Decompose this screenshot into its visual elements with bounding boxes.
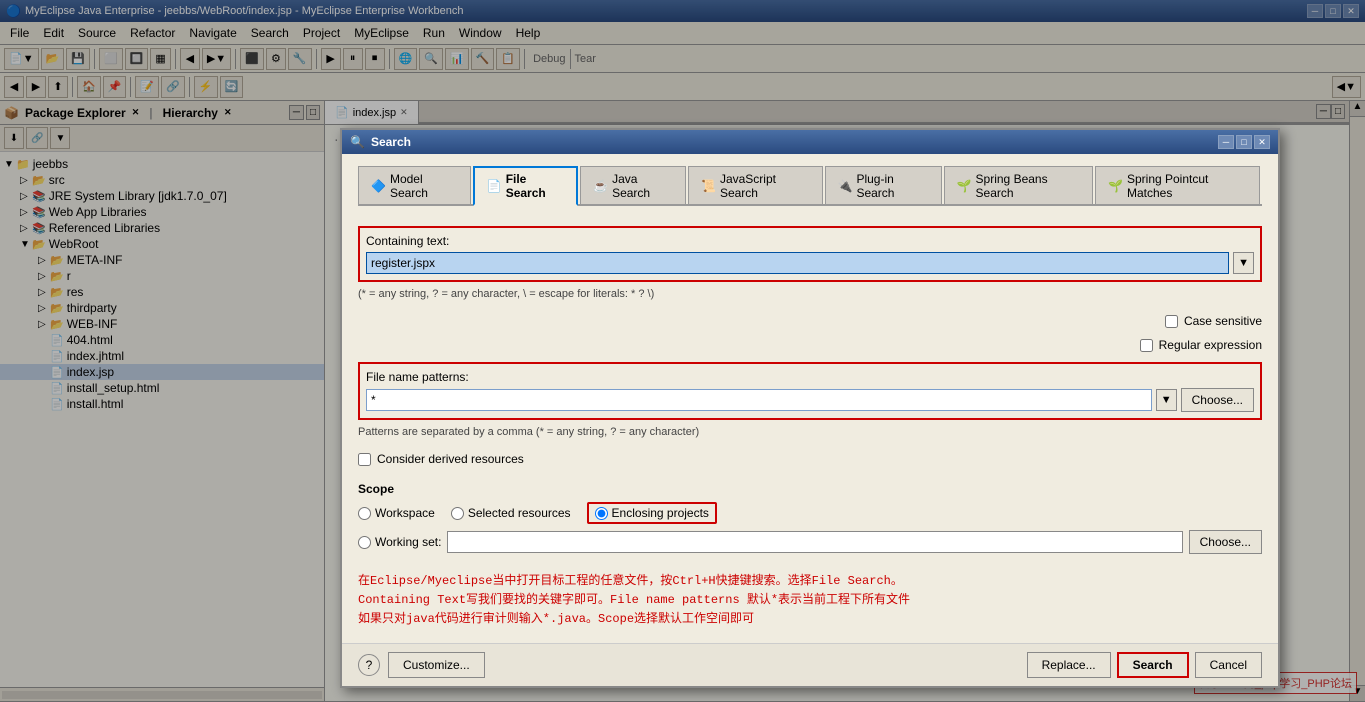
containing-text-input[interactable] bbox=[366, 252, 1229, 274]
replace-button[interactable]: Replace... bbox=[1027, 652, 1111, 678]
description-text: 在Eclipse/Myeclipse当中打开目标工程的任意文件，按Ctrl+H快… bbox=[358, 572, 1262, 631]
scope-enclosing-radio[interactable] bbox=[595, 507, 608, 520]
tab-file-search[interactable]: 📄 File Search bbox=[473, 166, 578, 206]
tab-spring-search[interactable]: 🌱 Spring Beans Search bbox=[944, 166, 1093, 204]
file-name-row: ▼ Choose... bbox=[366, 388, 1254, 412]
derived-label: Consider derived resources bbox=[377, 452, 524, 466]
footer-left: ? Customize... bbox=[358, 652, 485, 678]
regex-row-inner: Regular expression bbox=[1140, 338, 1262, 352]
modal-close-btn[interactable]: ✕ bbox=[1254, 135, 1270, 149]
regex-row: Regular expression bbox=[358, 338, 1262, 352]
scope-working-radio[interactable] bbox=[358, 536, 371, 549]
file-search-label: File Search bbox=[506, 172, 564, 200]
modal-footer: ? Customize... Replace... Search Cancel bbox=[342, 643, 1278, 686]
scope-selected-label: Selected resources bbox=[468, 506, 571, 520]
derived-checkbox[interactable] bbox=[358, 453, 371, 466]
js-search-label: JavaScript Search bbox=[720, 172, 810, 200]
modal-title-bar: 🔍 Search ─ □ ✕ bbox=[342, 130, 1278, 154]
modal-title-icon: 🔍 bbox=[350, 135, 365, 149]
modal-title-label: Search bbox=[371, 135, 411, 149]
model-search-label: Model Search bbox=[390, 172, 458, 200]
scope-section: Scope Workspace Selected resources En bbox=[358, 482, 1262, 554]
modal-body: 🔷 Model Search 📄 File Search ☕ Java Sear… bbox=[342, 154, 1278, 643]
file-name-input[interactable] bbox=[366, 389, 1152, 411]
case-sensitive-label: Case sensitive bbox=[1184, 314, 1262, 328]
working-set-input[interactable] bbox=[447, 531, 1182, 553]
scope-workspace-row: Workspace bbox=[358, 506, 435, 520]
scope-selected-radio[interactable] bbox=[451, 507, 464, 520]
scope-selected-row: Selected resources bbox=[451, 506, 571, 520]
footer-right: Replace... Search Cancel bbox=[1027, 652, 1262, 678]
cancel-button[interactable]: Cancel bbox=[1195, 652, 1262, 678]
tab-spring-pointcut[interactable]: 🌱 Spring Pointcut Matches bbox=[1095, 166, 1260, 204]
modal-controls: ─ □ ✕ bbox=[1218, 135, 1270, 149]
java-search-icon: ☕ bbox=[593, 179, 608, 193]
app-window: 🔵 MyEclipse Java Enterprise - jeebbs/Web… bbox=[0, 0, 1365, 702]
file-name-hint: Patterns are separated by a comma (* = a… bbox=[358, 426, 1262, 438]
java-search-label: Java Search bbox=[612, 172, 673, 200]
search-tabs: 🔷 Model Search 📄 File Search ☕ Java Sear… bbox=[358, 166, 1262, 206]
spring-pointcut-icon: 🌱 bbox=[1108, 179, 1123, 193]
modal-maximize-btn[interactable]: □ bbox=[1236, 135, 1252, 149]
search-button[interactable]: Search bbox=[1117, 652, 1189, 678]
spring-search-label: Spring Beans Search bbox=[976, 172, 1080, 200]
tab-js-search[interactable]: 📜 JavaScript Search bbox=[688, 166, 823, 204]
model-search-icon: 🔷 bbox=[371, 179, 386, 193]
containing-text-dropdown[interactable]: ▼ bbox=[1233, 252, 1254, 274]
modal-overlay: 🔍 Search ─ □ ✕ 🔷 Model Search bbox=[0, 0, 1365, 702]
spring-search-icon: 🌱 bbox=[957, 179, 972, 193]
scope-radios-row: Workspace Selected resources Enclosing p… bbox=[358, 502, 1262, 524]
working-set-choose-btn[interactable]: Choose... bbox=[1189, 530, 1262, 554]
checkboxes-row: Case sensitive bbox=[358, 314, 1262, 328]
scope-workspace-radio[interactable] bbox=[358, 507, 371, 520]
tab-plugin-search[interactable]: 🔌 Plug-in Search bbox=[825, 166, 942, 204]
scope-enclosing-row: Enclosing projects bbox=[587, 502, 717, 524]
scope-label: Scope bbox=[358, 482, 1262, 496]
file-search-icon: 📄 bbox=[487, 179, 502, 193]
tab-java-search[interactable]: ☕ Java Search bbox=[580, 166, 686, 204]
regex-label: Regular expression bbox=[1159, 338, 1262, 352]
containing-text-group: Containing text: ▼ (* = any string, ? = … bbox=[358, 226, 1262, 302]
scope-enclosing-label: Enclosing projects bbox=[612, 506, 709, 520]
case-sensitive-row: Case sensitive bbox=[1165, 314, 1262, 328]
help-button[interactable]: ? bbox=[358, 654, 380, 676]
containing-text-label: Containing text: bbox=[366, 234, 449, 248]
hint-text: (* = any string, ? = any character, \ = … bbox=[358, 288, 1262, 300]
js-search-icon: 📜 bbox=[701, 179, 716, 193]
containing-text-row: ▼ bbox=[366, 252, 1254, 274]
scope-workspace-label: Workspace bbox=[375, 506, 435, 520]
working-set-row: Working set: Choose... bbox=[358, 530, 1262, 554]
file-name-border: File name patterns: ▼ Choose... bbox=[358, 362, 1262, 420]
scope-working-label: Working set: bbox=[375, 535, 441, 549]
plugin-search-label: Plug-in Search bbox=[856, 172, 928, 200]
case-sensitive-checkbox[interactable] bbox=[1165, 315, 1178, 328]
search-dialog: 🔍 Search ─ □ ✕ 🔷 Model Search bbox=[340, 128, 1280, 688]
scope-working-radio-row: Working set: bbox=[358, 535, 441, 549]
modal-title-text: 🔍 Search bbox=[350, 135, 411, 149]
spring-pointcut-label: Spring Pointcut Matches bbox=[1127, 172, 1247, 200]
customize-button[interactable]: Customize... bbox=[388, 652, 485, 678]
file-name-patterns-group: File name patterns: ▼ Choose... Patterns… bbox=[358, 362, 1262, 440]
derived-row: Consider derived resources bbox=[358, 452, 1262, 466]
modal-minimize-btn[interactable]: ─ bbox=[1218, 135, 1234, 149]
containing-text-border: Containing text: ▼ bbox=[358, 226, 1262, 282]
plugin-search-icon: 🔌 bbox=[838, 179, 853, 193]
regex-checkbox[interactable] bbox=[1140, 339, 1153, 352]
file-name-choose-btn[interactable]: Choose... bbox=[1181, 388, 1254, 412]
tab-model-search[interactable]: 🔷 Model Search bbox=[358, 166, 471, 204]
file-name-dropdown[interactable]: ▼ bbox=[1156, 389, 1177, 411]
file-name-patterns-label: File name patterns: bbox=[366, 370, 469, 384]
